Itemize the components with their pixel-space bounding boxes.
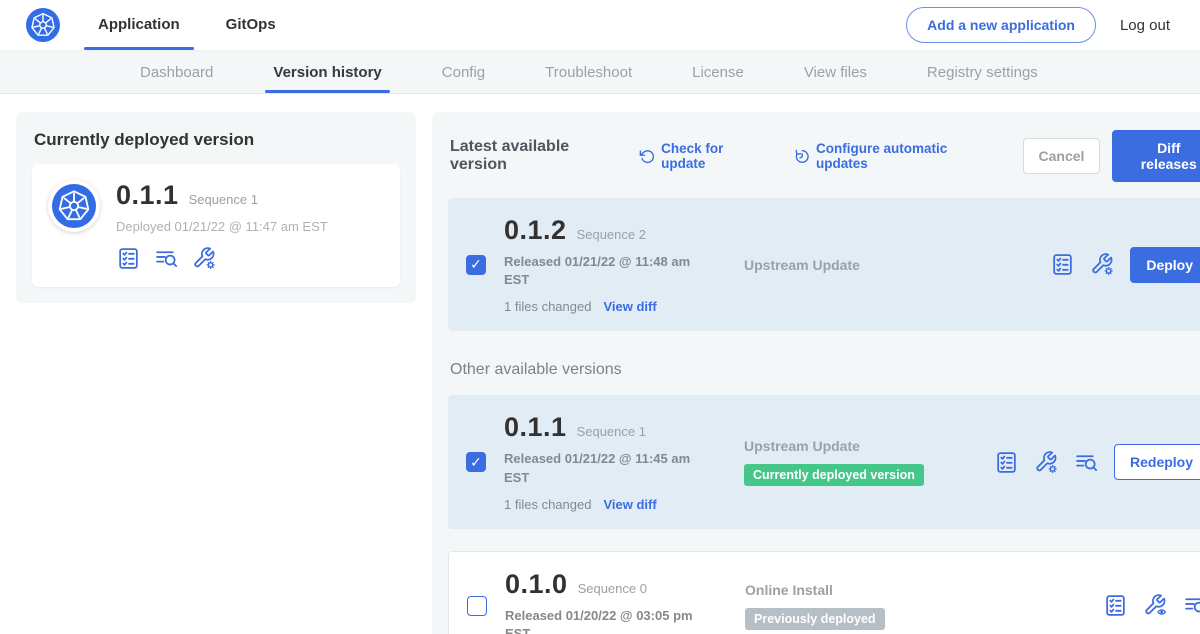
- version-source: Upstream Update: [744, 257, 994, 273]
- preflight-checks-icon[interactable]: [116, 246, 141, 271]
- version-card-0-1-1: 0.1.1 Sequence 1 Released 01/21/22 @ 11:…: [448, 395, 1200, 528]
- diff-releases-button[interactable]: Diff releases: [1112, 130, 1200, 182]
- app-sub-nav: Dashboard Version history Config Trouble…: [0, 50, 1200, 94]
- tab-view-files[interactable]: View files: [804, 51, 867, 93]
- tab-license[interactable]: License: [692, 51, 744, 93]
- kots-admin-console: Application GitOps Add a new application…: [0, 0, 1200, 634]
- available-versions-panel: Latest available version Check for updat…: [432, 112, 1200, 634]
- deployed-version-card: 0.1.1 Sequence 1 Deployed 01/21/22 @ 11:…: [32, 164, 400, 287]
- configure-automatic-updates-link[interactable]: Configure automatic updates: [794, 141, 997, 171]
- source-label: Upstream Update: [744, 257, 994, 273]
- tab-dashboard[interactable]: Dashboard: [140, 51, 213, 93]
- version-checkbox[interactable]: [466, 255, 486, 275]
- released-timestamp: Released 01/20/22 @ 03:05 pm EST: [505, 607, 693, 634]
- tab-application[interactable]: Application: [98, 0, 180, 50]
- version-info: 0.1.0 Sequence 0 Released 01/20/22 @ 03:…: [505, 569, 717, 634]
- version-actions: Deploy: [1050, 247, 1200, 283]
- source-label: Online Install: [745, 582, 995, 598]
- top-nav-actions: Add a new application Log out: [906, 7, 1174, 43]
- view-config-icon[interactable]: [1143, 593, 1168, 618]
- view-diff-link[interactable]: View diff: [603, 299, 656, 314]
- version-source: Online Install Previously deployed: [745, 582, 995, 630]
- edit-config-icon[interactable]: [192, 246, 217, 271]
- available-versions-header: Latest available version Check for updat…: [450, 130, 1200, 182]
- deploy-logs-icon[interactable]: [1074, 450, 1099, 475]
- deploy-logs-icon[interactable]: [154, 246, 179, 271]
- deploy-logs-icon[interactable]: [1183, 593, 1200, 618]
- version-card-0-1-2: 0.1.2 Sequence 2 Released 01/21/22 @ 11:…: [448, 198, 1200, 331]
- deployed-timestamp: Deployed 01/21/22 @ 11:47 am EST: [116, 219, 328, 234]
- schedule-icon: [794, 148, 810, 165]
- tab-troubleshoot[interactable]: Troubleshoot: [545, 51, 632, 93]
- released-timestamp: Released 01/21/22 @ 11:48 am EST: [504, 253, 692, 289]
- latest-available-title: Latest available version: [450, 138, 625, 174]
- edit-config-icon[interactable]: [1034, 450, 1059, 475]
- version-source: Upstream Update Currently deployed versi…: [744, 438, 994, 486]
- version-sequence: Sequence 1: [577, 424, 646, 439]
- cancel-button[interactable]: Cancel: [1023, 138, 1101, 174]
- version-sequence: Sequence 0: [578, 581, 647, 596]
- version-number: 0.1.1: [504, 412, 567, 443]
- source-label: Upstream Update: [744, 438, 994, 454]
- version-info: 0.1.1 Sequence 1 Released 01/21/22 @ 11:…: [504, 412, 716, 511]
- add-application-button[interactable]: Add a new application: [906, 7, 1096, 43]
- version-info: 0.1.2 Sequence 2 Released 01/21/22 @ 11:…: [504, 215, 716, 314]
- tab-gitops[interactable]: GitOps: [226, 0, 276, 50]
- version-actions: Redeploy: [994, 444, 1200, 480]
- kubernetes-logo-icon: [26, 8, 60, 42]
- version-checkbox[interactable]: [467, 596, 487, 616]
- version-number: 0.1.0: [505, 569, 568, 600]
- app-kubernetes-icon: [48, 180, 100, 232]
- version-number: 0.1.2: [504, 215, 567, 246]
- tab-config[interactable]: Config: [442, 51, 485, 93]
- previously-deployed-badge: Previously deployed: [745, 608, 885, 630]
- preflight-checks-icon[interactable]: [994, 450, 1019, 475]
- deployed-version-sequence: Sequence 1: [189, 192, 258, 207]
- logout-link[interactable]: Log out: [1120, 17, 1174, 34]
- currently-deployed-title: Currently deployed version: [34, 130, 400, 150]
- view-diff-link[interactable]: View diff: [603, 497, 656, 512]
- redeploy-button[interactable]: Redeploy: [1114, 444, 1200, 480]
- deployed-version-details: 0.1.1 Sequence 1 Deployed 01/21/22 @ 11:…: [116, 180, 328, 271]
- version-card-0-1-0: 0.1.0 Sequence 0 Released 01/20/22 @ 03:…: [448, 551, 1200, 634]
- refresh-icon: [639, 148, 655, 165]
- other-versions-label: Other available versions: [450, 361, 1200, 379]
- version-sequence: Sequence 2: [577, 227, 646, 242]
- files-changed-label: 1 files changed: [504, 299, 591, 314]
- currently-deployed-panel: Currently deployed version 0.1.1 Sequenc…: [16, 112, 416, 303]
- version-history-page: Currently deployed version 0.1.1 Sequenc…: [0, 94, 1200, 634]
- top-nav: Application GitOps Add a new application…: [0, 0, 1200, 50]
- check-for-update-link[interactable]: Check for update: [639, 141, 768, 171]
- currently-deployed-badge: Currently deployed version: [744, 464, 924, 486]
- deployed-version-number: 0.1.1: [116, 180, 179, 211]
- version-checkbox[interactable]: [466, 452, 486, 472]
- files-changed-label: 1 files changed: [504, 497, 591, 512]
- released-timestamp: Released 01/21/22 @ 11:45 am EST: [504, 450, 692, 486]
- tab-version-history[interactable]: Version history: [273, 51, 381, 93]
- version-actions: [1103, 593, 1200, 618]
- preflight-checks-icon[interactable]: [1103, 593, 1128, 618]
- edit-config-icon[interactable]: [1090, 252, 1115, 277]
- preflight-checks-icon[interactable]: [1050, 252, 1075, 277]
- deploy-button[interactable]: Deploy: [1130, 247, 1200, 283]
- tab-registry-settings[interactable]: Registry settings: [927, 51, 1038, 93]
